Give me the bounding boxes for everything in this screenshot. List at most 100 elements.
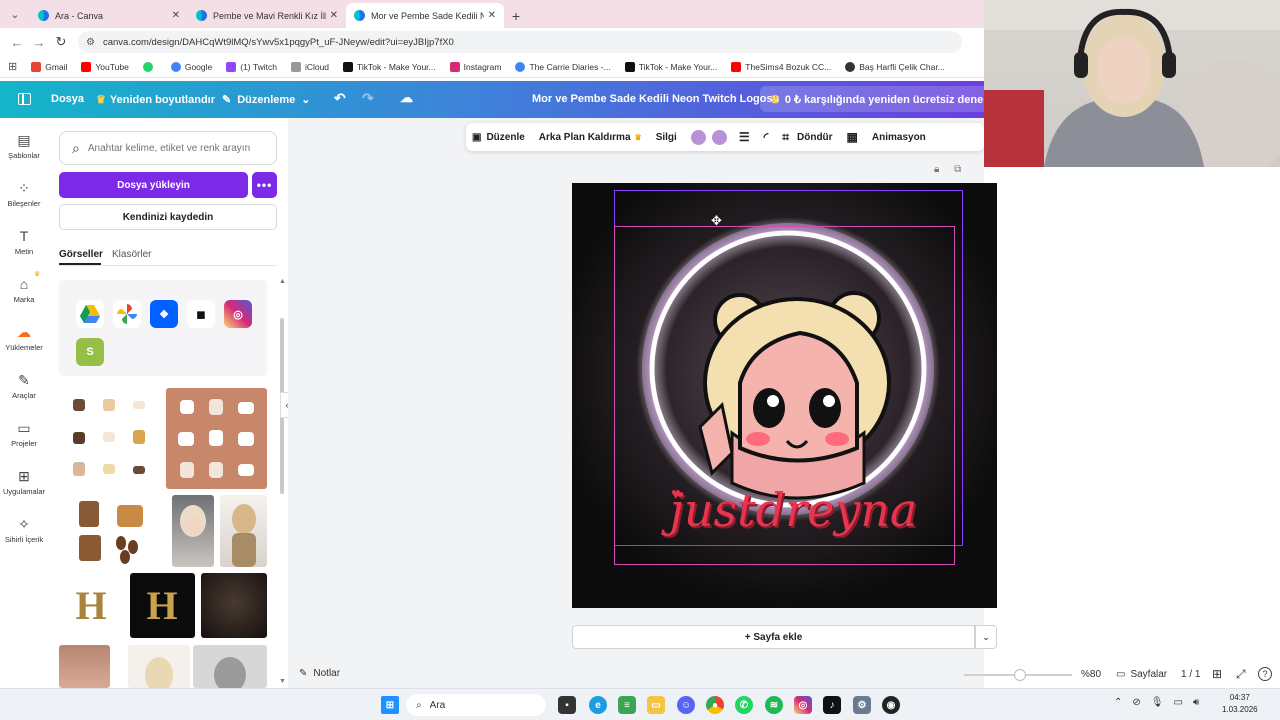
- edge-icon[interactable]: e: [589, 696, 607, 714]
- browser-tab-active[interactable]: Mor ve Pembe Sade Kedili Neon ✕: [346, 3, 504, 28]
- obs-icon[interactable]: ◉: [882, 696, 900, 714]
- help-icon[interactable]: ?: [1258, 667, 1272, 681]
- search-input[interactable]: [87, 142, 258, 154]
- image-thumbnail[interactable]: [166, 388, 267, 489]
- browser-tab[interactable]: Ara - Canva ✕: [30, 3, 188, 28]
- photo-thumbnail[interactable]: [220, 495, 267, 567]
- line-weight-icon[interactable]: ☰: [739, 130, 750, 144]
- file-menu-button[interactable]: Dosya: [51, 93, 84, 105]
- animate-button[interactable]: Animasyon: [872, 132, 926, 143]
- free-trial-button[interactable]: ♛0 ₺ karşılığında yeniden ücretsiz denem…: [760, 86, 984, 112]
- system-clock[interactable]: 04:37 1.03.2026: [1222, 692, 1258, 716]
- record-yourself-button[interactable]: Kendinizi kaydedin: [59, 204, 277, 230]
- lock-icon[interactable]: 🔒︎: [934, 164, 939, 175]
- chevron-up-icon[interactable]: ⌃: [1114, 697, 1122, 708]
- zoom-slider-thumb[interactable]: [1014, 669, 1026, 681]
- bookmark-sims[interactable]: TheSims4 Bozuk CC...: [731, 61, 831, 72]
- photo-thumbnail[interactable]: [172, 495, 214, 567]
- taskbar-search[interactable]: ⌕ Ara: [406, 694, 546, 716]
- notes-button[interactable]: ✎ Notlar: [299, 668, 340, 679]
- redo-icon[interactable]: ↷: [362, 90, 374, 107]
- sidebar-toggle-icon[interactable]: [18, 93, 31, 105]
- back-icon[interactable]: ←: [6, 35, 28, 50]
- discord-icon[interactable]: ☺: [677, 696, 695, 714]
- selection-outline[interactable]: [614, 226, 955, 565]
- bookmark-gmail[interactable]: Gmail: [31, 61, 67, 72]
- panel-scrollbar[interactable]: ▲ ▼: [279, 278, 286, 688]
- slideshow-icon[interactable]: ◼: [187, 300, 215, 328]
- reload-icon[interactable]: ↻: [50, 34, 72, 50]
- task-view-icon[interactable]: ▪: [558, 696, 576, 714]
- corner-rounding-icon[interactable]: ◜: [764, 130, 769, 144]
- new-tab-icon[interactable]: +: [504, 3, 528, 28]
- rail-item-text[interactable]: T Metin: [0, 228, 48, 256]
- color-swatch[interactable]: [690, 129, 706, 145]
- google-photos-icon[interactable]: [113, 300, 141, 328]
- background-remover-button[interactable]: Arka Plan Kaldırma ♛: [539, 132, 642, 143]
- bookmark-google[interactable]: Google: [170, 61, 212, 72]
- more-options-button[interactable]: •••: [252, 172, 277, 198]
- edit-image-button[interactable]: ▣ Düzenle: [472, 132, 525, 143]
- rail-item-template[interactable]: ▤ Şablonlar: [0, 132, 48, 160]
- photo-thumbnail[interactable]: [193, 645, 267, 688]
- forward-icon[interactable]: →: [28, 35, 50, 50]
- image-thumbnail[interactable]: [201, 573, 267, 638]
- instagram-icon[interactable]: ◎: [794, 696, 812, 714]
- bookmark-carrie-diaries[interactable]: The Carrie Diaries -...: [515, 61, 611, 72]
- bookmark-tiktok[interactable]: TikTok - Make Your...: [343, 61, 436, 72]
- instagram-icon[interactable]: ◎: [224, 300, 252, 328]
- fullscreen-icon[interactable]: ⤢: [1236, 667, 1246, 682]
- image-thumbnail[interactable]: [59, 388, 160, 489]
- dropbox-icon[interactable]: ❖: [150, 300, 178, 328]
- bookmark-whatsapp[interactable]: [142, 61, 157, 72]
- bookmark-instagram[interactable]: Instagram: [449, 61, 501, 72]
- photo-thumbnail[interactable]: [128, 645, 190, 688]
- zoom-level[interactable]: %80: [1081, 669, 1101, 680]
- eraser-button[interactable]: Silgi: [656, 132, 677, 143]
- close-icon[interactable]: ✕: [488, 10, 496, 21]
- undo-icon[interactable]: ↶: [334, 90, 346, 107]
- editing-mode-button[interactable]: ✎ Düzenleme ⌄: [222, 93, 311, 107]
- design-title[interactable]: Mor ve Pembe Sade Kedili Neon Twitch Log…: [532, 93, 779, 105]
- windows-start-icon[interactable]: ⊞: [381, 696, 399, 714]
- shopify-icon[interactable]: S: [76, 338, 104, 366]
- page-counter[interactable]: 1 / 1: [1181, 669, 1200, 680]
- grid-view-icon[interactable]: ⊞: [1212, 667, 1222, 681]
- bookmark-chain[interactable]: Baş Harfli Çelik Char...: [845, 61, 945, 72]
- notepad-icon[interactable]: ≡: [618, 696, 636, 714]
- settings-icon[interactable]: ⚙: [853, 696, 871, 714]
- add-page-button[interactable]: + Sayfa ekle: [572, 625, 975, 649]
- spotify-icon[interactable]: ≋: [765, 696, 783, 714]
- close-icon[interactable]: ✕: [330, 10, 338, 21]
- bookmark-icloud[interactable]: iCloud: [290, 61, 329, 72]
- cloud-save-icon[interactable]: ☁: [400, 90, 413, 106]
- pages-button[interactable]: ▭ Sayfalar: [1116, 669, 1167, 680]
- display-icon[interactable]: ▭: [1173, 697, 1182, 708]
- chevron-down-icon[interactable]: ⌄: [975, 625, 997, 649]
- whatsapp-icon[interactable]: ✆: [735, 696, 753, 714]
- image-thumbnail[interactable]: H: [130, 573, 195, 638]
- transparency-icon[interactable]: ▦: [847, 130, 858, 144]
- rail-item-elements[interactable]: ⁘ Bileşenler: [0, 180, 48, 208]
- color-swatch[interactable]: [711, 129, 727, 145]
- bookmark-twitch[interactable]: (1) Twitch: [226, 61, 277, 72]
- resize-button[interactable]: ♛ Yeniden boyutlandır: [96, 93, 215, 107]
- scroll-down-icon[interactable]: ▼: [279, 678, 286, 685]
- bookmark-youtube[interactable]: YouTube: [81, 61, 129, 72]
- network-icon[interactable]: ⊘: [1132, 697, 1140, 708]
- speaker-icon[interactable]: 🔊︎: [1193, 697, 1199, 708]
- rail-item-tools[interactable]: ✎ Araçlar: [0, 372, 48, 400]
- rail-item-apps[interactable]: ⊞ Uygulamalar: [0, 468, 48, 496]
- browser-tab[interactable]: Pembe ve Mavi Renkli Kız İllüstr ✕: [188, 3, 346, 28]
- bookmark-tiktok[interactable]: TikTok - Make Your...: [624, 61, 717, 72]
- rail-item-magic[interactable]: ✧ Sihirli İçerik: [0, 516, 48, 544]
- file-explorer-icon[interactable]: ▭: [647, 696, 665, 714]
- microphone-icon[interactable]: 🎙︎: [1151, 697, 1164, 708]
- photo-thumbnail[interactable]: [59, 645, 110, 688]
- tiktok-icon[interactable]: ♪: [823, 696, 841, 714]
- tab-list-chevron-icon[interactable]: ⌄: [4, 3, 26, 25]
- rail-item-upload-cloud[interactable]: ☁ Yüklemeler: [0, 324, 48, 352]
- close-icon[interactable]: ✕: [172, 10, 180, 21]
- tab-images[interactable]: Görseller: [59, 249, 103, 265]
- design-canvas[interactable]: justdreyna ♥ ✥: [572, 183, 997, 608]
